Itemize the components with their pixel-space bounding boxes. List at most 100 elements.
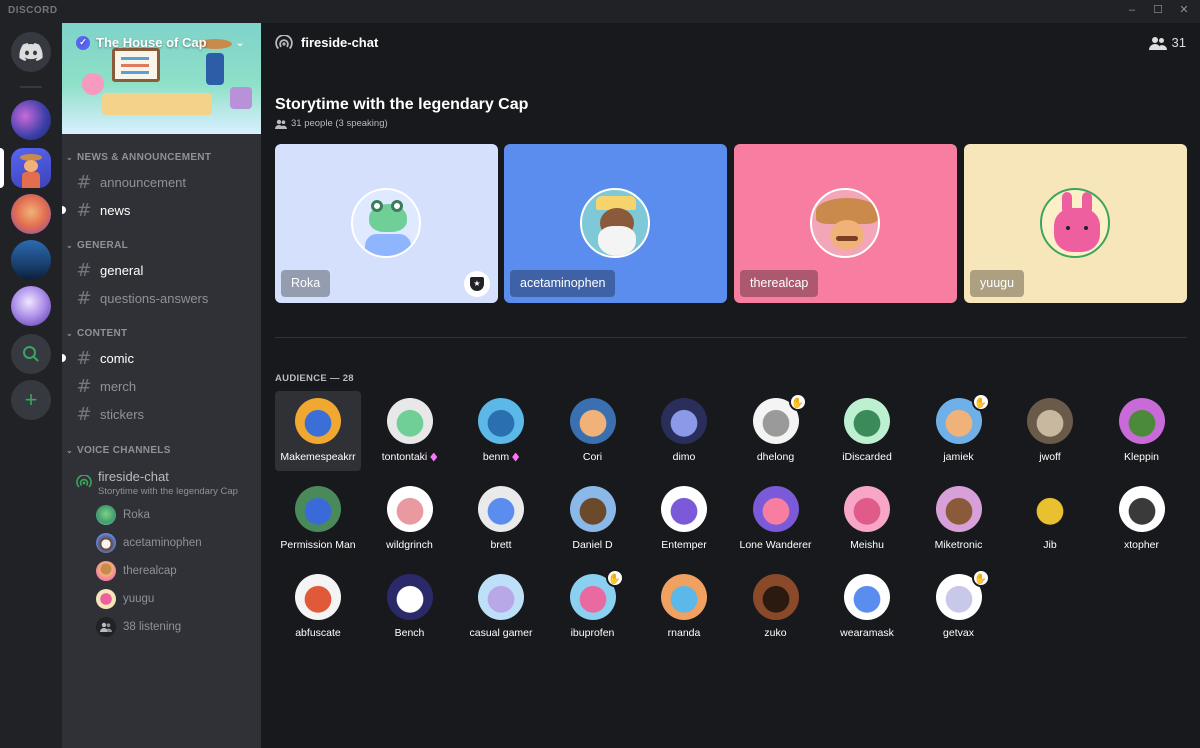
audience-member[interactable]: ✋ getvax xyxy=(916,567,1002,647)
title-bar: DISCORD – ☐ ✕ xyxy=(0,0,1200,23)
category-content[interactable]: ⌄ CONTENT xyxy=(66,328,127,339)
channel-comic[interactable]: # comic xyxy=(62,345,253,371)
audience-member[interactable]: Jib xyxy=(1007,479,1093,559)
avatar xyxy=(96,505,116,525)
audience-member[interactable]: Permission Man xyxy=(275,479,361,559)
channel-stickers[interactable]: # stickers xyxy=(70,401,253,427)
hashtag-icon: # xyxy=(76,259,92,281)
audience-member[interactable]: Entemper xyxy=(641,479,727,559)
audience-member[interactable]: casual gamer xyxy=(458,567,544,647)
server-icon[interactable] xyxy=(11,240,51,280)
discord-logo-icon xyxy=(19,43,43,61)
home-button[interactable] xyxy=(11,32,51,72)
audience-member[interactable]: ✋ jamiek xyxy=(916,391,1002,471)
explore-servers-button[interactable] xyxy=(11,334,51,374)
server-rail: + xyxy=(0,23,62,748)
audience-member-name: Cori xyxy=(582,451,603,463)
maximize-icon[interactable]: ☐ xyxy=(1152,4,1164,16)
close-icon[interactable]: ✕ xyxy=(1178,4,1190,16)
audience-member[interactable]: brett xyxy=(458,479,544,559)
server-banner[interactable]: ✓ The House of Cap ⌄ xyxy=(62,23,261,134)
audience-member[interactable]: Bench xyxy=(367,567,453,647)
speaker-tile[interactable]: Roka ★ xyxy=(275,144,498,303)
category-news[interactable]: ⌄ NEWS & ANNOUNCEMENT xyxy=(66,152,211,163)
speaker-tile[interactable]: acetaminophen xyxy=(504,144,727,303)
stage-topic: Storytime with the legendary Cap xyxy=(275,96,529,113)
audience-member[interactable]: Lone Wanderer xyxy=(733,479,819,559)
chevron-down-icon[interactable]: ⌄ xyxy=(235,35,245,49)
audience-member-label: Cori xyxy=(550,451,636,463)
banner-illustration xyxy=(230,87,252,109)
audience-member-label: wearamask xyxy=(824,627,910,639)
audience-member[interactable]: Makemespeakrr xyxy=(275,391,361,471)
channel-label: general xyxy=(100,262,144,278)
audience-member[interactable]: wearamask xyxy=(824,567,910,647)
channel-general[interactable]: # general xyxy=(70,257,253,283)
channel-news[interactable]: # news xyxy=(62,197,253,223)
audience-member[interactable]: iDiscarded xyxy=(824,391,910,471)
category-general[interactable]: ⌄ GENERAL xyxy=(66,240,128,251)
server-icon-house-of-cap[interactable] xyxy=(11,148,51,188)
audience-member-label: rnanda xyxy=(641,627,727,639)
voice-member[interactable]: Roka xyxy=(96,504,150,526)
speaker-tile[interactable]: yuugu xyxy=(964,144,1187,303)
avatar xyxy=(1027,398,1073,444)
audience-member[interactable]: zuko xyxy=(733,567,819,647)
audience-member[interactable]: Miketronic xyxy=(916,479,1002,559)
voice-channel-fireside-chat[interactable]: fireside-chat Storytime with the legenda… xyxy=(70,467,253,507)
audience-member[interactable]: Cori xyxy=(550,391,636,471)
audience-member[interactable]: Daniel D xyxy=(550,479,636,559)
audience-member[interactable]: Kleppin xyxy=(1099,391,1185,471)
audience-member[interactable]: ✋ dhelong xyxy=(733,391,819,471)
unread-indicator xyxy=(62,206,66,214)
voice-member[interactable]: acetaminophen xyxy=(96,532,202,554)
audience-member-name: ibuprofen xyxy=(570,627,615,639)
audience-member[interactable]: jwoff xyxy=(1007,391,1093,471)
audience-member-label: dhelong xyxy=(733,451,819,463)
minimize-icon[interactable]: – xyxy=(1126,4,1138,16)
avatar xyxy=(295,574,341,620)
voice-member[interactable]: yuugu xyxy=(96,588,154,610)
member-list-button[interactable]: 31 xyxy=(1148,35,1186,50)
server-header[interactable]: ✓ The House of Cap xyxy=(76,35,207,50)
audience-member[interactable]: benm xyxy=(458,391,544,471)
unread-indicator xyxy=(62,354,66,362)
channel-announcement[interactable]: # announcement xyxy=(70,169,253,195)
audience-member[interactable]: wildgrinch xyxy=(367,479,453,559)
audience-member[interactable]: dimo xyxy=(641,391,727,471)
raised-hand-icon: ✋ xyxy=(971,393,990,411)
stage-icon xyxy=(76,475,92,488)
audience-member-label: xtopher xyxy=(1099,539,1185,551)
avatar xyxy=(935,486,982,532)
speaker-name: acetaminophen xyxy=(510,270,616,297)
chevron-down-icon: ⌄ xyxy=(66,446,74,455)
voice-member[interactable]: therealcap xyxy=(96,560,177,582)
server-icon[interactable] xyxy=(11,100,51,140)
category-voice[interactable]: ⌄ VOICE CHANNELS xyxy=(66,445,171,456)
banner-illustration xyxy=(102,93,212,115)
audience-member[interactable]: ✋ ibuprofen xyxy=(550,567,636,647)
avatar xyxy=(661,574,707,620)
channel-sidebar: ✓ The House of Cap ⌄ ⌄ NEWS & ANNOUNCEME… xyxy=(62,23,261,748)
rail-separator xyxy=(20,86,42,88)
channel-questions-answers[interactable]: # questions-answers xyxy=(70,285,253,311)
listening-count[interactable]: 38 listening xyxy=(96,616,181,638)
audience-member[interactable]: tontontaki xyxy=(367,391,453,471)
speaker-tile[interactable]: therealcap xyxy=(734,144,957,303)
stage-people: 31 people (3 speaking) xyxy=(275,118,388,129)
audience-member-name: tontontaki xyxy=(381,451,428,463)
audience-member-name: Permission Man xyxy=(280,539,356,551)
hashtag-icon: # xyxy=(76,403,92,425)
audience-member[interactable]: Meishu xyxy=(824,479,910,559)
audience-member[interactable]: abfuscate xyxy=(275,567,361,647)
server-icon[interactable] xyxy=(11,194,51,234)
audience-member-label: jamiek xyxy=(916,451,1002,463)
audience-member-name: Entemper xyxy=(661,539,707,551)
audience-member-label: Lone Wanderer xyxy=(733,539,819,551)
audience-member[interactable]: xtopher xyxy=(1099,479,1185,559)
server-icon[interactable] xyxy=(11,286,51,326)
add-server-button[interactable]: + xyxy=(11,380,51,420)
channel-merch[interactable]: # merch xyxy=(70,373,253,399)
audience-member[interactable]: rnanda xyxy=(641,567,727,647)
avatar xyxy=(580,188,650,258)
